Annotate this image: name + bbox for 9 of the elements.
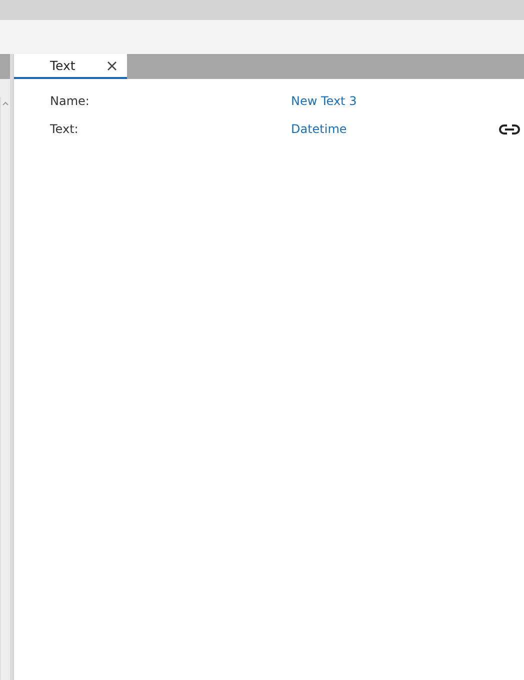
tab-label: Text [50,58,76,73]
property-label: Text: [50,122,80,136]
link-icon[interactable] [499,124,520,134]
property-label: Name: [50,94,90,108]
property-value[interactable]: Datetime [291,122,499,136]
panel-header [0,54,10,79]
property-value[interactable]: New Text 3 [291,94,524,108]
close-icon[interactable] [107,60,117,70]
tab[interactable]: Text [14,54,127,79]
